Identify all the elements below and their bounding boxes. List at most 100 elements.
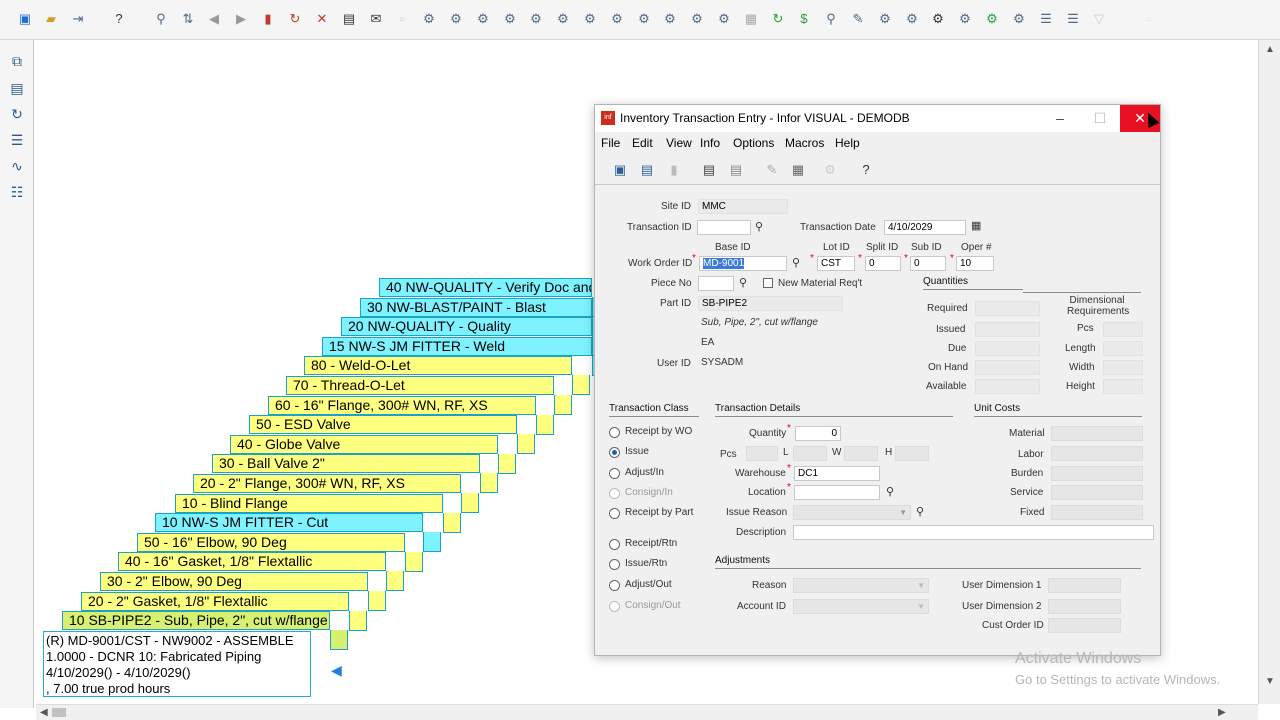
link-icon[interactable]: ⇅ [180,11,196,27]
filter-icon[interactable]: ▽ [1091,11,1107,27]
grid-icon[interactable]: ▦ [743,11,759,27]
operation-card[interactable]: 60 - 16" Flange, 300# WN, RF, XS [268,395,536,415]
tool-icon[interactable]: ⚙ [582,11,598,27]
reason-select[interactable]: ▼ [793,578,929,593]
tool-icon[interactable]: ⚙ [636,11,652,27]
transaction-class-radio[interactable] [609,468,620,479]
site-id-select[interactable]: MMC [698,199,788,214]
scroll-up-icon[interactable]: ▲ [1265,44,1275,55]
tool-icon[interactable]: ⚙ [555,11,571,27]
menu-info[interactable]: Info [700,136,720,150]
doc-search-icon[interactable]: ⚲ [823,11,839,27]
list-search-icon[interactable]: ☷ [8,183,26,201]
scroll-left-icon[interactable]: ◀ [40,707,48,718]
tool-icon[interactable]: ⚙ [448,11,464,27]
description-input[interactable] [793,525,1154,540]
tool-icon[interactable]: ⚙ [957,11,973,27]
tool-icon[interactable]: ⚙ [716,11,732,27]
open-icon[interactable]: ▰ [43,11,59,27]
menu-macros[interactable]: Macros [785,136,824,150]
lookup-icon[interactable]: ⚲ [755,220,763,233]
scroll-down-icon[interactable]: ▼ [1265,676,1275,687]
operation-card[interactable]: 15 NW-S JM FITTER - Weld [322,336,592,356]
transaction-class-radio[interactable] [609,508,620,519]
document-icon[interactable]: ▤ [8,79,26,97]
checklist-icon[interactable]: ☰ [1065,11,1081,27]
arrow-left-icon[interactable]: ◀ [331,662,342,679]
refresh-green-icon[interactable]: ↻ [770,11,786,27]
tool-icon[interactable]: ⚙ [877,11,893,27]
wrench-icon[interactable]: ✎ [850,11,866,27]
split-id-input[interactable]: 0 [865,256,901,271]
tool-icon[interactable]: ⚙ [904,11,920,27]
location-input[interactable] [794,485,880,500]
quantity-input[interactable]: 0 [795,426,841,441]
operation-card[interactable]: 30 - Ball Valve 2" [212,454,480,474]
lookup-icon[interactable]: ⚲ [916,505,924,518]
account-id-select[interactable]: ▼ [793,599,929,614]
print-icon[interactable]: ▤ [341,11,357,27]
tool-icon[interactable]: ▫ [394,11,410,27]
grid-icon[interactable]: ▦ [790,162,806,178]
operation-card[interactable]: 20 - 2" Gasket, 1/8" Flextallic [81,591,349,611]
operation-card[interactable]: 80 - Weld-O-Let [304,356,572,376]
operation-card[interactable]: 50 - ESD Valve [249,415,517,435]
refresh-icon[interactable]: ↻ [287,11,303,27]
menu-file[interactable]: File [601,136,620,150]
operation-card[interactable]: 30 NW-BLAST/PAINT - Blast [360,297,592,317]
work-order-info-box[interactable]: (R) MD-9001/CST - NW9002 - ASSEMBLE 1.00… [43,631,311,697]
tool-icon[interactable]: ⚙ [984,11,1000,27]
operation-card[interactable]: 10 NW-S JM FITTER - Cut [155,513,423,533]
next-icon[interactable]: ▶ [233,11,249,27]
new-icon[interactable]: ▣ [17,11,33,27]
horizontal-scrollbar[interactable]: ◀ ▶ [36,704,1258,720]
dollar-icon[interactable]: $ [796,11,812,27]
transaction-class-radio[interactable] [609,559,620,570]
new-doc-icon[interactable]: ▤ [639,162,655,178]
new-material-checkbox[interactable] [763,278,773,288]
pulse-icon[interactable]: ∿ [8,157,26,175]
scroll-right-icon[interactable]: ▶ [1218,707,1226,718]
delete-icon[interactable]: ▮ [260,11,276,27]
operation-card[interactable]: 30 - 2" Elbow, 90 Deg [100,572,368,591]
tool-icon[interactable]: ⚙ [421,11,437,27]
transaction-class-radio[interactable] [609,488,620,499]
transaction-class-radio[interactable] [609,601,620,612]
operation-card[interactable]: 10 - Blind Flange [175,493,443,513]
tool-icon[interactable]: ⚙ [662,11,678,27]
tool-icon[interactable]: ⚙ [930,11,946,27]
operation-card[interactable]: 20 - 2" Flange, 300# WN, RF, XS [193,474,461,493]
delete-icon[interactable]: ▮ [666,162,682,178]
menu-view[interactable]: View [666,136,692,150]
minimize-button[interactable]: – [1040,105,1080,132]
tool-icon[interactable]: ⚙ [502,11,518,27]
print-icon[interactable]: ▤ [701,162,717,178]
print-preview-icon[interactable]: ▤ [728,162,744,178]
operation-card[interactable]: 40 - 16" Gasket, 1/8" Flextallic [118,552,386,572]
tool-icon[interactable]: ⚙ [609,11,625,27]
operation-card[interactable]: 50 - 16" Elbow, 90 Deg [137,532,405,552]
issue-reason-select[interactable]: ▼ [793,505,911,520]
transaction-class-radio[interactable] [609,427,620,438]
menu-edit[interactable]: Edit [632,136,653,150]
search-icon[interactable]: ⚲ [153,11,169,27]
save-icon[interactable]: ▣ [612,162,628,178]
list-icon[interactable]: ☰ [8,131,26,149]
lookup-icon[interactable]: ⚲ [792,256,800,269]
base-id-input[interactable]: MD-9001 [699,256,787,271]
sub-id-input[interactable]: 0 [910,256,946,271]
transaction-class-radio[interactable] [609,539,620,550]
operation-card[interactable]: 40 NW-QUALITY - Verify Doc and [379,278,592,297]
prev-icon[interactable]: ◀ [206,11,222,27]
transaction-class-radio[interactable] [609,580,620,591]
maximize-button[interactable]: ☐ [1080,105,1120,132]
tool-icon[interactable]: ⚙ [689,11,705,27]
lookup-icon[interactable]: ⚲ [886,485,894,498]
tool-icon[interactable]: ⚙ [475,11,491,27]
calendar-icon[interactable]: ▦ [971,219,981,232]
menu-help[interactable]: Help [835,136,860,150]
scroll-thumb[interactable] [52,708,66,717]
cancel-icon[interactable]: ✕ [314,11,330,27]
operation-card[interactable]: 70 - Thread-O-Let [286,376,554,395]
piece-no-input[interactable] [698,276,734,291]
